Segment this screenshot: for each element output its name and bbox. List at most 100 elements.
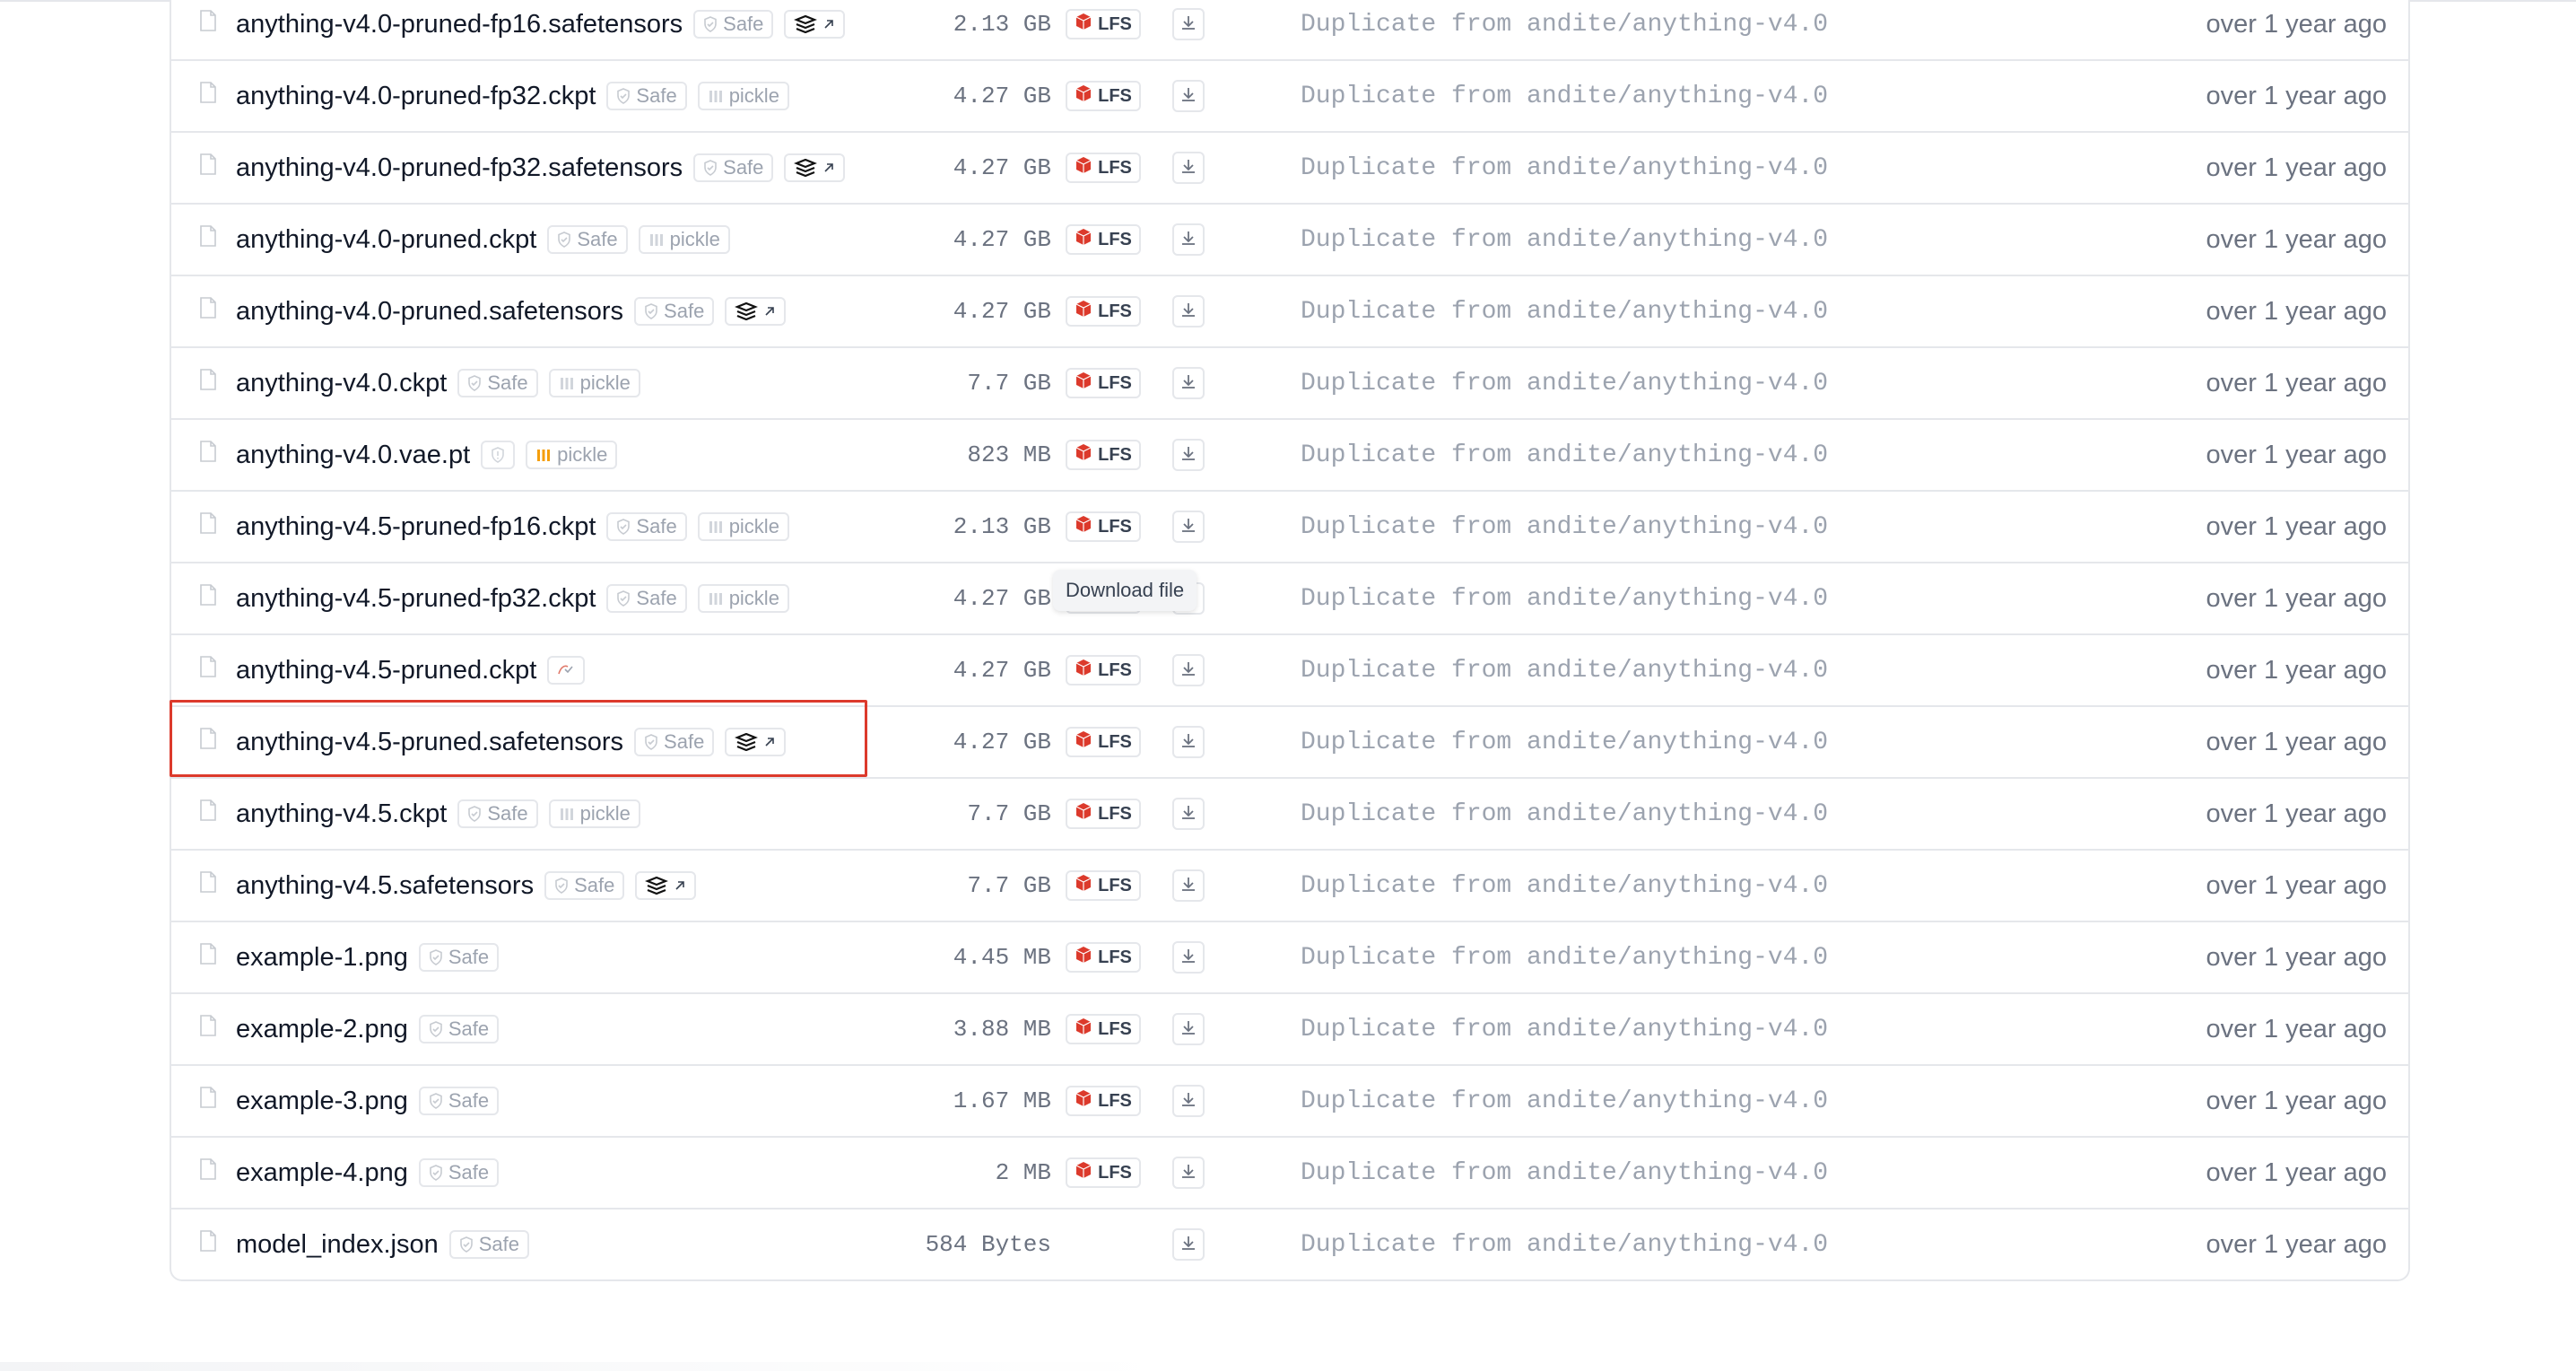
table-row: anything-v4.5-pruned-fp32.ckpt Safe pickle… (171, 563, 2408, 635)
lfs-cube-icon (1075, 659, 1092, 682)
download-button[interactable] (1172, 1013, 1205, 1045)
file-list: anything-v4.0-pruned-fp16.safetensors Saf… (170, 0, 2410, 1281)
lfs-badge[interactable]: LFS (1066, 727, 1141, 757)
commit-message-link[interactable]: Duplicate from andite/anything-v4.0 (1301, 779, 1828, 849)
lfs-label: LFS (1098, 85, 1132, 106)
download-button[interactable] (1172, 798, 1205, 830)
last-modified-date: over 1 year ago (2206, 727, 2387, 756)
lfs-badge[interactable]: LFS (1066, 368, 1141, 398)
last-modified-date: over 1 year ago (2206, 1157, 2387, 1187)
lfs-badge[interactable]: LFS (1066, 655, 1141, 686)
commit-message-link[interactable]: Duplicate from andite/anything-v4.0 (1301, 635, 1828, 705)
download-button[interactable] (1172, 223, 1205, 256)
commit-message-link[interactable]: Duplicate from andite/anything-v4.0 (1301, 707, 1828, 777)
table-row: anything-v4.5-pruned.safetensors Safe 4.27… (171, 707, 2408, 779)
download-button[interactable] (1172, 367, 1205, 399)
download-button[interactable] (1172, 152, 1205, 184)
commit-message-link[interactable]: Duplicate from andite/anything-v4.0 (1301, 205, 1828, 275)
lfs-cube-icon (1075, 13, 1092, 36)
table-row: anything-v4.5-pruned.ckpt 4.27 GB LFS Dupli… (171, 635, 2408, 707)
lfs-cube-icon (1075, 300, 1092, 323)
table-row: anything-v4.0-pruned-fp32.safetensors Saf… (171, 133, 2408, 205)
table-row: anything-v4.5.safetensors Safe 7.7 GB LFS Du… (171, 851, 2408, 922)
lfs-label: LFS (1098, 731, 1132, 752)
download-button[interactable] (1172, 1085, 1205, 1117)
file-size: 4.27 GB (953, 657, 1051, 684)
commit-message-link[interactable]: Duplicate from andite/anything-v4.0 (1301, 1138, 1828, 1208)
download-icon (1179, 1234, 1197, 1256)
download-button[interactable] (1172, 654, 1205, 686)
lfs-badge[interactable]: LFS (1066, 511, 1141, 542)
lfs-badge[interactable]: LFS (1066, 942, 1141, 973)
lfs-cube-icon (1075, 515, 1092, 538)
lfs-label: LFS (1098, 157, 1132, 178)
lfs-badge[interactable]: LFS (1066, 81, 1141, 111)
download-icon (1179, 85, 1197, 108)
lfs-badge[interactable]: LFS (1066, 440, 1141, 470)
file-size: 4.27 GB (953, 83, 1051, 109)
lfs-cube-icon (1075, 1089, 1092, 1113)
commit-message-link[interactable]: Duplicate from andite/anything-v4.0 (1301, 851, 1828, 921)
lfs-badge[interactable]: LFS (1066, 296, 1141, 327)
lfs-badge[interactable]: LFS (1066, 153, 1141, 183)
commit-message-link[interactable]: Duplicate from andite/anything-v4.0 (1301, 61, 1828, 131)
download-button[interactable] (1172, 941, 1205, 974)
file-size: 823 MB (967, 441, 1051, 468)
file-size: 7.7 GB (967, 800, 1051, 827)
download-button[interactable] (1172, 8, 1205, 40)
lfs-cube-icon (1075, 443, 1092, 467)
download-button[interactable] (1172, 726, 1205, 758)
file-size: 2 MB (995, 1159, 1051, 1186)
last-modified-date: over 1 year ago (2206, 368, 2387, 397)
table-row: anything-v4.0-pruned-fp32.ckpt Safe pickle… (171, 61, 2408, 133)
commit-message-link[interactable]: Duplicate from andite/anything-v4.0 (1301, 133, 1828, 203)
lfs-badge[interactable]: LFS (1066, 1014, 1141, 1044)
commit-message-link[interactable]: Duplicate from andite/anything-v4.0 (1301, 563, 1828, 633)
download-button[interactable] (1172, 511, 1205, 543)
table-row: anything-v4.5-pruned-fp16.ckpt Safe pickle… (171, 492, 2408, 563)
lfs-badge[interactable]: LFS (1066, 1157, 1141, 1188)
commit-message-link[interactable]: Duplicate from andite/anything-v4.0 (1301, 1209, 1828, 1279)
lfs-badge[interactable]: LFS (1066, 1086, 1141, 1116)
download-icon (1179, 1090, 1197, 1113)
table-row: example-1.png Safe 4.45 MB LFS Duplicate fro… (171, 922, 2408, 994)
table-row: anything-v4.5.ckpt Safe pickle 7.7 GB LFS Dup… (171, 779, 2408, 851)
lfs-label: LFS (1098, 301, 1132, 321)
lfs-badge[interactable]: LFS (1066, 224, 1141, 255)
commit-message-link[interactable]: Duplicate from andite/anything-v4.0 (1301, 348, 1828, 418)
commit-message-link[interactable]: Duplicate from andite/anything-v4.0 (1301, 492, 1828, 562)
download-button[interactable] (1172, 1228, 1205, 1261)
download-button[interactable] (1172, 295, 1205, 327)
lfs-badge[interactable]: LFS (1066, 9, 1141, 39)
commit-message-link[interactable]: Duplicate from andite/anything-v4.0 (1301, 922, 1828, 992)
last-modified-date: over 1 year ago (2206, 9, 2387, 39)
commit-message-link[interactable]: Duplicate from andite/anything-v4.0 (1301, 420, 1828, 490)
last-modified-date: over 1 year ago (2206, 799, 2387, 828)
lfs-label: LFS (1098, 875, 1132, 895)
download-button[interactable] (1172, 80, 1205, 112)
lfs-badge[interactable]: LFS (1066, 870, 1141, 901)
lfs-cube-icon (1075, 802, 1092, 825)
lfs-label: LFS (1098, 1162, 1132, 1183)
lfs-label: LFS (1098, 229, 1132, 249)
download-button[interactable] (1172, 439, 1205, 471)
download-icon (1179, 803, 1197, 825)
download-icon (1179, 1162, 1197, 1184)
lfs-cube-icon (1075, 874, 1092, 897)
download-button[interactable] (1172, 1157, 1205, 1189)
last-modified-date: over 1 year ago (2206, 583, 2387, 613)
download-icon (1179, 659, 1197, 682)
file-size: 4.27 GB (953, 585, 1051, 612)
bottom-shadow (0, 1362, 1166, 1371)
file-size: 4.27 GB (953, 729, 1051, 755)
file-size: 7.7 GB (967, 370, 1051, 397)
lfs-badge[interactable]: LFS (1066, 799, 1141, 829)
commit-message-link[interactable]: Duplicate from andite/anything-v4.0 (1301, 276, 1828, 346)
table-row: anything-v4.0-pruned-fp16.safetensors Saf… (171, 0, 2408, 61)
commit-message-link[interactable]: Duplicate from andite/anything-v4.0 (1301, 0, 1828, 59)
download-icon (1179, 731, 1197, 754)
lfs-label: LFS (1098, 1018, 1132, 1039)
commit-message-link[interactable]: Duplicate from andite/anything-v4.0 (1301, 994, 1828, 1064)
download-button[interactable] (1172, 869, 1205, 902)
commit-message-link[interactable]: Duplicate from andite/anything-v4.0 (1301, 1066, 1828, 1136)
